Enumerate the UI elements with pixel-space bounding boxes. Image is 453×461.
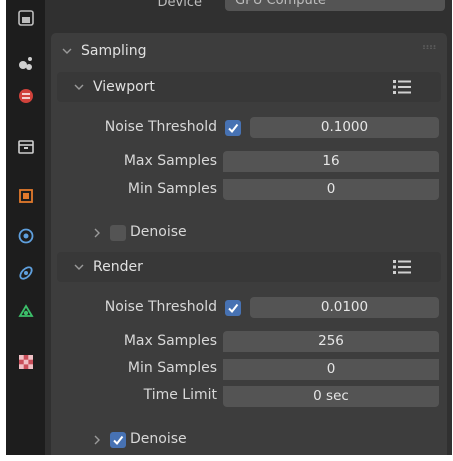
properties-tab-bar	[6, 0, 45, 455]
render-denoise-header[interactable]	[89, 427, 107, 453]
device-label: Device	[157, 0, 202, 10]
view-layer-icon[interactable]	[14, 135, 37, 158]
viewport-denoise-checkbox[interactable]	[110, 225, 126, 241]
viewport-min-samples-field[interactable]: 0	[223, 178, 439, 200]
render-time-limit-field[interactable]: 0 sec	[223, 385, 439, 407]
render-header: Render	[71, 254, 143, 280]
checkmark-icon	[228, 303, 239, 314]
render-noise-threshold-field[interactable]: 0.0100	[250, 297, 439, 318]
device-dropdown[interactable]: GPU Compute	[225, 0, 445, 11]
render-title: Render	[93, 259, 143, 275]
chevron-down-icon	[59, 46, 75, 56]
chevron-right-icon	[89, 435, 105, 445]
chevron-down-icon	[71, 82, 87, 92]
properties-content: Device GPU Compute Sampling Viewport Noi…	[45, 0, 452, 455]
checkmark-icon	[113, 435, 124, 446]
device-row: Device GPU Compute	[45, 0, 452, 13]
viewport-denoise-header[interactable]	[89, 220, 107, 246]
sampling-header[interactable]: Sampling	[59, 38, 147, 64]
viewport-max-samples-field[interactable]: 16	[223, 151, 439, 172]
viewport-noise-threshold-label: Noise Threshold	[104, 119, 217, 135]
render-icon[interactable]	[14, 51, 37, 74]
render-min-samples-label: Min Samples	[127, 360, 217, 376]
drag-grip-icon[interactable]	[423, 45, 437, 49]
presets-list-icon[interactable]	[393, 260, 411, 274]
render-time-limit-label: Time Limit	[143, 387, 217, 403]
render-denoise-label: Denoise	[130, 431, 187, 447]
chevron-right-icon	[89, 228, 105, 238]
data-icon[interactable]	[14, 299, 37, 322]
viewport-noise-threshold-field[interactable]: 0.1000	[250, 117, 439, 138]
render-max-samples-field[interactable]: 256	[223, 331, 439, 352]
viewport-denoise-label: Denoise	[130, 224, 187, 240]
viewport-noise-threshold-checkbox[interactable]	[225, 120, 241, 136]
output-icon[interactable]	[14, 84, 37, 107]
render-noise-threshold-label: Noise Threshold	[104, 299, 217, 315]
object-icon[interactable]	[14, 184, 37, 207]
render-denoise-checkbox[interactable]	[110, 432, 126, 448]
texture-icon[interactable]	[14, 350, 37, 373]
tool-icon[interactable]	[14, 6, 37, 29]
viewport-max-samples-label: Max Samples	[123, 153, 217, 169]
presets-list-icon[interactable]	[393, 80, 411, 94]
viewport-title: Viewport	[93, 79, 155, 95]
render-max-samples-label: Max Samples	[123, 333, 217, 349]
viewport-subpanel-header[interactable]: Viewport	[57, 72, 441, 102]
constraint-icon[interactable]	[14, 261, 37, 284]
checkmark-icon	[228, 123, 239, 134]
viewport-header: Viewport	[71, 74, 155, 100]
properties-editor: Device GPU Compute Sampling Viewport Noi…	[6, 0, 452, 455]
sampling-title: Sampling	[81, 43, 147, 59]
viewport-min-samples-label: Min Samples	[127, 181, 217, 197]
render-min-samples-field[interactable]: 0	[223, 358, 439, 380]
render-noise-threshold-checkbox[interactable]	[225, 300, 241, 316]
render-subpanel-header[interactable]: Render	[57, 252, 441, 282]
sampling-panel: Sampling Viewport Noise Threshold 0.1000	[51, 33, 447, 455]
physics-icon[interactable]	[14, 224, 37, 247]
chevron-down-icon	[71, 262, 87, 272]
